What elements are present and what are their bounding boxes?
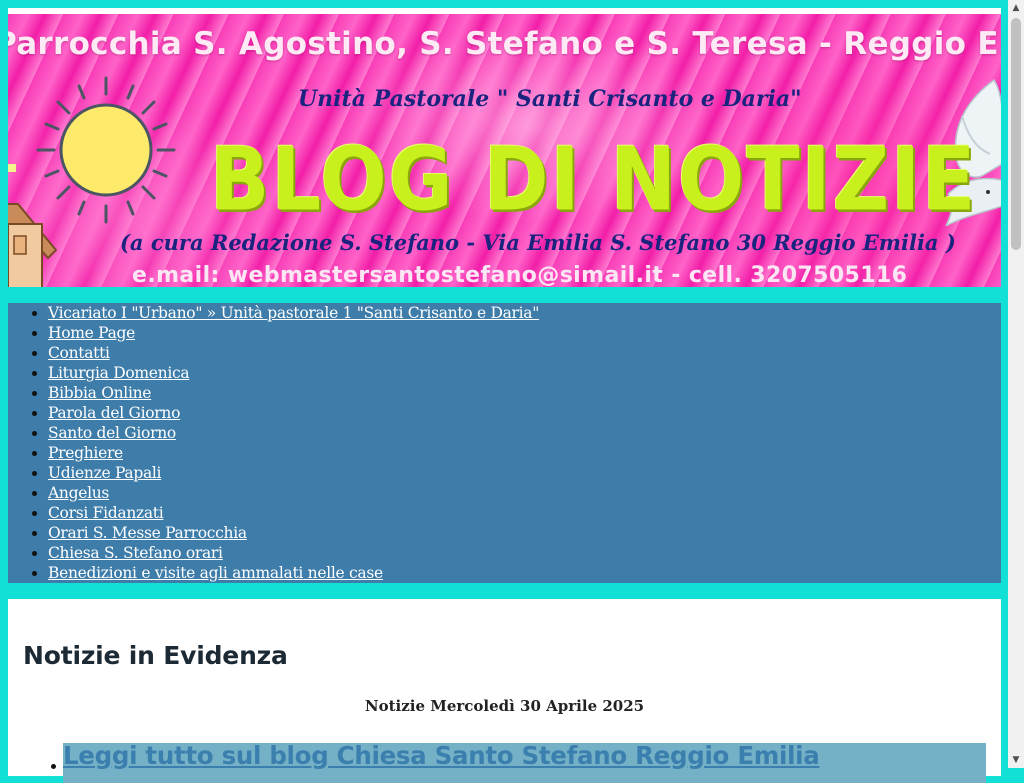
- nav-link-contatti[interactable]: Contatti: [48, 344, 110, 362]
- scroll-down-arrow-icon[interactable]: ▼: [1008, 752, 1024, 768]
- nav-item-vicariato: Vicariato I "Urbano" » Unità pastorale 1…: [48, 303, 1001, 323]
- scrollbar-thumb[interactable]: [1011, 18, 1021, 250]
- nav-link-home[interactable]: Home Page: [48, 324, 135, 342]
- section-title: Notizie in Evidenza: [23, 641, 288, 670]
- nav-item-benedizioni: Benedizioni e visite agli ammalati nelle…: [48, 563, 1001, 583]
- main-navigation: Vicariato I "Urbano" » Unità pastorale 1…: [8, 303, 1001, 583]
- nav-item-santo: Santo del Giorno: [48, 423, 1001, 443]
- vertical-scrollbar[interactable]: ▲ ▼: [1008, 0, 1024, 768]
- nav-link-benedizioni[interactable]: Benedizioni e visite agli ammalati nelle…: [48, 564, 383, 582]
- banner-subtitle: Unità Pastorale " Santi Crisanto e Daria…: [298, 86, 802, 112]
- nav-link-bibbia[interactable]: Bibbia Online: [48, 384, 151, 402]
- nav-link-vicariato[interactable]: Vicariato I "Urbano" » Unità pastorale 1…: [48, 304, 539, 322]
- nav-link-santo[interactable]: Santo del Giorno: [48, 424, 176, 442]
- nav-item-parola: Parola del Giorno: [48, 403, 1001, 423]
- nav-link-orari-messe[interactable]: Orari S. Messe Parrocchia: [48, 524, 247, 542]
- banner-blog-heading: BLOG DI NOTIZIE: [210, 130, 978, 231]
- nav-link-chiesa-orari[interactable]: Chiesa S. Stefano orari: [48, 544, 223, 562]
- nav-link-liturgia[interactable]: Liturgia Domenica: [48, 364, 190, 382]
- main-content: Notizie in Evidenza Notizie Mercoledì 30…: [8, 599, 1001, 783]
- nav-link-preghiere[interactable]: Preghiere: [48, 444, 123, 462]
- nav-item-angelus: Angelus: [48, 483, 1001, 503]
- nav-item-preghiere: Preghiere: [48, 443, 1001, 463]
- page: Parrocchia S. Agostino, S. Stefano e S. …: [8, 8, 1001, 783]
- nav-list: Vicariato I "Urbano" » Unità pastorale 1…: [8, 303, 1001, 583]
- nav-item-orari-messe: Orari S. Messe Parrocchia: [48, 523, 1001, 543]
- banner-contact: e.mail: webmastersantostefano@simail.it …: [132, 263, 908, 287]
- house-icon: [8, 164, 58, 287]
- scroll-up-arrow-icon[interactable]: ▲: [1008, 0, 1024, 16]
- nav-item-chiesa-orari: Chiesa S. Stefano orari: [48, 543, 1001, 563]
- nav-item-liturgia: Liturgia Domenica: [48, 363, 1001, 383]
- nav-item-udienze: Udienze Papali: [48, 463, 1001, 483]
- banner-address: (a cura Redazione S. Stefano - Via Emili…: [120, 230, 956, 255]
- list-bullet: [51, 764, 56, 769]
- nav-link-parola[interactable]: Parola del Giorno: [48, 404, 180, 422]
- nav-item-home: Home Page: [48, 323, 1001, 343]
- news-date-line: Notizie Mercoledì 30 Aprile 2025: [364, 697, 645, 715]
- header-banner[interactable]: Parrocchia S. Agostino, S. Stefano e S. …: [8, 14, 1001, 287]
- nav-link-udienze[interactable]: Udienze Papali: [48, 464, 162, 482]
- nav-link-angelus[interactable]: Angelus: [48, 484, 109, 502]
- nav-link-corsi[interactable]: Corsi Fidanzati: [48, 504, 164, 522]
- nav-item-contatti: Contatti: [48, 343, 1001, 363]
- banner-title: Parrocchia S. Agostino, S. Stefano e S. …: [8, 26, 1001, 62]
- nav-item-corsi: Corsi Fidanzati: [48, 503, 1001, 523]
- featured-blog-link[interactable]: Leggi tutto sul blog Chiesa Santo Stefan…: [63, 741, 820, 770]
- nav-item-bibbia: Bibbia Online: [48, 383, 1001, 403]
